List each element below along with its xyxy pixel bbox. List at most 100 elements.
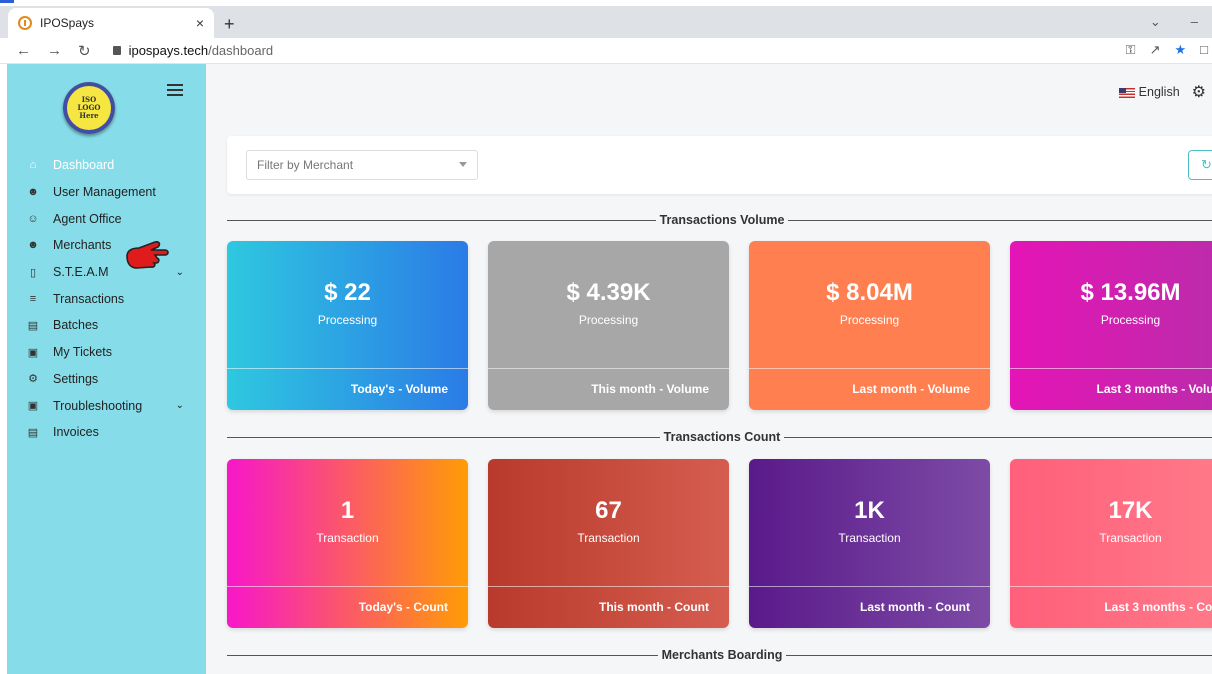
filter-placeholder: Filter by Merchant: [257, 158, 354, 172]
forward-icon[interactable]: →: [47, 42, 62, 60]
card-footer: Last month - Volume: [852, 382, 970, 396]
card-value: $ 22: [324, 279, 371, 306]
card-footer: This month - Volume: [591, 382, 709, 396]
gear-icon: ⚙: [28, 373, 38, 386]
count-cards: 1 Transaction Today's - Count 67 Transac…: [227, 459, 1212, 628]
url-path: /dashboard: [208, 43, 274, 58]
minimize-icon[interactable]: –: [1191, 14, 1198, 30]
card-divider: [749, 368, 990, 369]
bookmark-star-icon[interactable]: ★: [1174, 42, 1186, 58]
share-icon[interactable]: ↗: [1150, 42, 1161, 58]
window-controls: ⌄ –: [1150, 14, 1198, 30]
header-actions: English ⚙: [1118, 82, 1206, 102]
refresh-button[interactable]: ↻: [1188, 150, 1212, 180]
sidebar-item-label: Dashboard: [53, 158, 115, 173]
side-panel-icon[interactable]: □: [1200, 42, 1208, 58]
language-selector[interactable]: English: [1118, 85, 1180, 99]
hamburger-menu-icon[interactable]: [167, 84, 183, 96]
url-field[interactable]: ipospays.tech/dashboard: [112, 43, 274, 58]
back-icon[interactable]: ←: [16, 42, 31, 60]
browser-tab[interactable]: IPOSpays ×: [8, 8, 214, 38]
card-subtitle: Transaction: [316, 531, 379, 545]
card-subtitle: Processing: [839, 313, 900, 327]
sidebar-item-user-management[interactable]: ☻ User Management: [7, 179, 206, 206]
volume-card-last-3-months[interactable]: $ 13.96M Processing Last 3 months - Volu…: [1010, 241, 1212, 410]
pointing-hand-icon: [126, 241, 169, 269]
card-value: $ 8.04M: [826, 279, 913, 306]
card-subtitle: Processing: [1100, 313, 1161, 327]
count-card-last-month[interactable]: 1K Transaction Last month - Count: [749, 459, 990, 628]
tablet-icon: ▯: [29, 266, 37, 279]
document-icon: ▤: [27, 426, 39, 439]
sidebar-item-steam[interactable]: ▯ S.T.E.A.M ⌄: [7, 259, 206, 286]
sidebar-item-dashboard[interactable]: ⌂ Dashboard: [7, 152, 206, 179]
card-value: $ 4.39K: [566, 279, 651, 306]
volume-card-this-month[interactable]: $ 4.39K Processing This month - Volume: [488, 241, 729, 410]
sidebar-item-label: Transactions: [53, 291, 125, 306]
browser-tab-bar: IPOSpays × + ⌄ –: [0, 6, 1212, 38]
card-divider: [488, 586, 729, 587]
sidebar-item-merchants[interactable]: ☻ Merchants: [7, 232, 206, 259]
card-footer: Today's - Count: [358, 600, 448, 614]
sidebar-item-troubleshooting[interactable]: ▣ Troubleshooting ⌄: [7, 392, 206, 419]
card-divider: [227, 368, 468, 369]
sidebar-item-label: My Tickets: [53, 345, 113, 360]
user-plus-icon: ☺: [27, 212, 39, 225]
address-actions: ⚿ ↗ ★ □: [1126, 42, 1208, 58]
merchant-filter-select[interactable]: Filter by Merchant: [246, 150, 478, 180]
us-flag-icon: [1118, 87, 1135, 98]
main-content: English ⚙ Filter by Merchant ↻ Transacti…: [206, 64, 1212, 674]
gear-icon[interactable]: ⚙: [1192, 82, 1206, 102]
volume-card-today[interactable]: $ 22 Processing Today's - Volume: [227, 241, 468, 410]
sidebar-item-invoices[interactable]: ▤ Invoices: [7, 419, 206, 446]
file-icon: ▤: [27, 319, 39, 332]
sidebar-item-agent-office[interactable]: ☺ Agent Office: [7, 205, 206, 232]
sidebar-item-my-tickets[interactable]: ▣ My Tickets: [7, 339, 206, 366]
tab-close-icon[interactable]: ×: [196, 15, 204, 31]
reload-icon[interactable]: ↻: [78, 42, 91, 60]
key-icon[interactable]: ⚿: [1126, 42, 1136, 58]
volume-cards: $ 22 Processing Today's - Volume $ 4.39K…: [227, 241, 1212, 410]
address-bar: ← → ↻ ipospays.tech/dashboard ⚿ ↗ ★ □: [0, 38, 1212, 64]
refresh-icon: ↻: [1201, 157, 1212, 172]
sidebar-item-settings[interactable]: ⚙ Settings: [7, 366, 206, 393]
sidebar-item-label: Batches: [53, 318, 99, 333]
section-title: Merchants Boarding: [661, 648, 783, 662]
layers-icon: ≡: [29, 292, 37, 305]
top-link[interactable]: [0, 0, 14, 3]
inbox-icon: ▣: [27, 346, 39, 359]
count-card-last-3-months[interactable]: 17K Transaction Last 3 months - Count: [1010, 459, 1212, 628]
users-icon: ☻: [27, 186, 39, 199]
card-footer: Last month - Count: [860, 600, 970, 614]
card-value: 1K: [854, 497, 885, 524]
sidebar-item-label: Troubleshooting: [53, 398, 143, 413]
card-value: 17K: [1108, 497, 1153, 524]
card-divider: [227, 586, 468, 587]
favicon-icon: [18, 16, 32, 30]
inbox-icon: ▣: [27, 400, 39, 413]
card-subtitle: Transaction: [838, 531, 901, 545]
volume-card-last-month[interactable]: $ 8.04M Processing Last month - Volume: [749, 241, 990, 410]
count-card-today[interactable]: 1 Transaction Today's - Count: [227, 459, 468, 628]
count-card-this-month[interactable]: 67 Transaction This month - Count: [488, 459, 729, 628]
card-divider: [1010, 368, 1212, 369]
sidebar-item-label: Merchants: [53, 238, 112, 253]
card-divider: [488, 368, 729, 369]
sidebar-item-label: Agent Office: [53, 211, 122, 226]
logo-line: Here: [79, 111, 99, 120]
section-divider-boarding: Merchants Boarding: [227, 648, 1212, 662]
section-divider-volume: Transactions Volume: [227, 213, 1212, 227]
new-tab-button[interactable]: +: [224, 14, 235, 35]
sidebar-menu: ⌂ Dashboard ☻ User Management ☺ Agent Of…: [7, 152, 206, 446]
language-label: English: [1138, 85, 1180, 99]
sidebar: ISO LOGO Here ⌂ Dashboard ☻ User Managem…: [7, 64, 206, 674]
caret-down-icon: [459, 162, 467, 167]
sidebar-item-batches[interactable]: ▤ Batches: [7, 312, 206, 339]
iso-logo[interactable]: ISO LOGO Here: [63, 82, 115, 134]
sidebar-item-transactions[interactable]: ≡ Transactions: [7, 285, 206, 312]
sidebar-item-label: S.T.E.A.M: [53, 265, 109, 280]
tab-search-chevron-icon[interactable]: ⌄: [1150, 14, 1161, 30]
card-footer: This month - Count: [599, 600, 709, 614]
home-icon: ⌂: [29, 159, 37, 172]
filter-card: Filter by Merchant ↻: [227, 136, 1212, 194]
